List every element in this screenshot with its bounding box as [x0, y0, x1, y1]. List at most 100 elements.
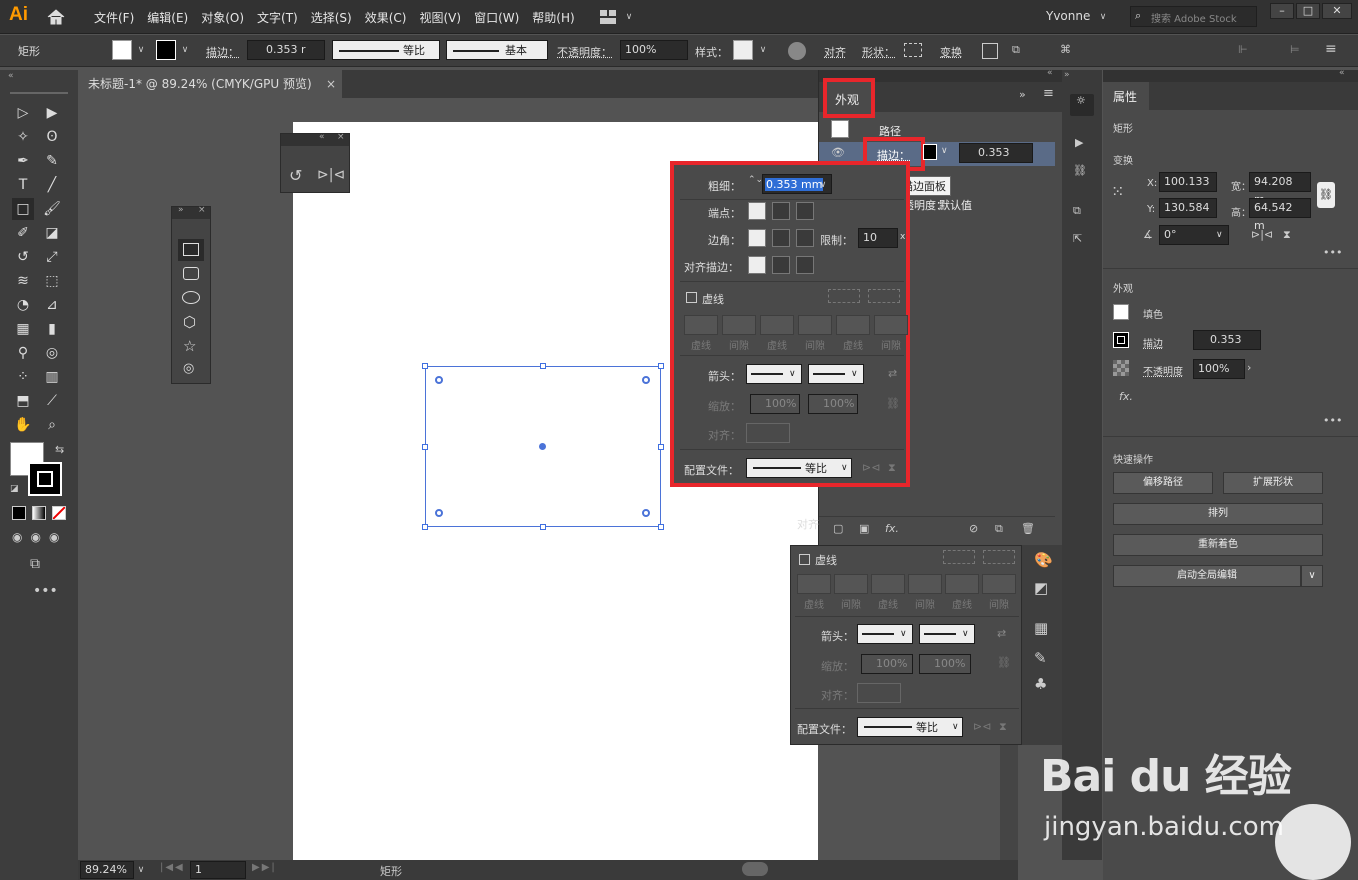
lasso-tool-icon[interactable]: ʘ [41, 126, 63, 148]
shape-builder-tool-icon[interactable]: ◔ [12, 294, 34, 316]
page-nav-prev[interactable]: |◀◀ [160, 862, 185, 873]
fill-dropdown-icon[interactable]: ∨ [134, 41, 148, 59]
artboards-icon[interactable]: ⧉ [1073, 204, 1081, 218]
recolor-button[interactable]: 重新着色 [1113, 534, 1323, 556]
dash-checkbox[interactable] [799, 554, 810, 565]
links-icon[interactable]: ⛓ [1073, 164, 1087, 177]
profile-select[interactable]: 等比 ∨ [857, 717, 963, 737]
stroke-swatch[interactable] [156, 40, 176, 60]
duplicate-item-icon[interactable]: ⧉ [995, 522, 1003, 536]
preserve-dash-icon[interactable] [943, 550, 975, 564]
opacity-label[interactable]: 不透明度： [557, 44, 612, 60]
magic-wand-tool-icon[interactable]: ✧ [12, 126, 34, 148]
preserve-dash-icon[interactable] [828, 289, 860, 303]
rotate-input[interactable]: 0° ∨ [1159, 225, 1229, 245]
shaper-tool-icon[interactable]: ✐ [12, 222, 34, 244]
menu-item[interactable]: 对象(O) [201, 9, 244, 26]
rectangle-tool-icon[interactable]: □ [12, 198, 34, 220]
page-input[interactable]: 1 [190, 861, 246, 879]
add-fill-icon[interactable]: ▣ [859, 522, 869, 535]
stock-search-input[interactable]: ⌕ 搜索 Adobe Stock [1130, 6, 1257, 27]
puppet-warp-icon[interactable]: ⌘ [1060, 43, 1078, 59]
clear-appearance-icon[interactable]: ⊘ [969, 522, 978, 535]
flip-vertical-icon[interactable]: ⧗ [1283, 228, 1291, 242]
align-outside-icon[interactable] [796, 256, 814, 274]
handle-tm[interactable] [540, 363, 546, 369]
align-inside-icon[interactable] [772, 256, 790, 274]
expand-panels-icon[interactable]: » [1019, 88, 1026, 101]
collapse-icon[interactable]: « [319, 132, 325, 142]
blend-tool-icon[interactable]: ◎ [41, 342, 63, 364]
rotate-icon[interactable]: ↺ [289, 166, 302, 185]
color-mode-icon[interactable] [12, 506, 26, 520]
transform-button[interactable]: 变换 [940, 44, 962, 60]
swap-arrows-icon[interactable]: ⇄ [888, 367, 897, 380]
stroke-weight-field[interactable]: 0.353 [959, 143, 1033, 163]
swap-colors-icon[interactable]: ⇆ [55, 443, 64, 456]
panel-menu-icon[interactable]: ≡ [1325, 41, 1343, 57]
stroke-swatch[interactable] [1113, 332, 1129, 348]
chevron-down-icon[interactable]: ∨ [622, 8, 636, 26]
maximize-button[interactable]: □ [1296, 3, 1320, 19]
eraser-tool-icon[interactable]: ◪ [41, 222, 63, 244]
zoom-tool-icon[interactable]: ⌕ [41, 414, 63, 436]
type-tool-icon[interactable]: T [12, 174, 34, 196]
collapse-icon[interactable]: « [1339, 68, 1345, 78]
handle-bl[interactable] [422, 524, 428, 530]
handle-br[interactable] [658, 524, 664, 530]
distribute-icon[interactable]: ⊨ [1290, 43, 1308, 59]
weight-dropdown-icon[interactable]: ∨ [816, 176, 830, 194]
paintbrush-tool-icon[interactable]: 🖌 [41, 198, 63, 220]
menu-item[interactable]: 效果(C) [365, 9, 407, 26]
fill-swatch[interactable] [112, 40, 132, 60]
screen-mode-icon[interactable]: ⧉ [30, 556, 40, 572]
stroke-color-dropdown-icon[interactable]: ∨ [941, 146, 948, 156]
width-input[interactable]: 94.208 m [1249, 172, 1311, 206]
minimize-button[interactable]: – [1270, 3, 1294, 19]
line-tool-icon[interactable]: ╱ [41, 174, 63, 196]
style-dropdown-icon[interactable]: ∨ [756, 41, 770, 59]
corner-widget[interactable] [435, 376, 443, 384]
projecting-cap-icon[interactable] [796, 202, 814, 220]
handle-bm[interactable] [540, 524, 546, 530]
align-dash-icon[interactable] [868, 289, 900, 303]
corner-widget[interactable] [642, 376, 650, 384]
hand-tool-icon[interactable]: ✋ [12, 414, 34, 436]
fill-swatch[interactable] [1113, 304, 1129, 320]
dash-checkbox[interactable] [686, 292, 697, 303]
flare-tool-icon[interactable]: ◎ [183, 361, 194, 376]
menu-item[interactable]: 文字(T) [257, 9, 298, 26]
document-tab[interactable]: 未标题-1* @ 89.24% (CMYK/GPU 预览) × [78, 70, 342, 98]
edit-toolbar-icon[interactable]: ••• [33, 583, 58, 599]
shape-properties-icon[interactable] [904, 43, 922, 57]
stroke-color-swatch[interactable] [923, 144, 937, 160]
menu-item[interactable]: 视图(V) [419, 9, 461, 26]
style-swatch[interactable] [733, 40, 753, 60]
handle-tl[interactable] [422, 363, 428, 369]
global-edit-button[interactable]: 启动全局编辑 [1113, 565, 1301, 587]
menu-item[interactable]: 窗口(W) [474, 9, 519, 26]
user-name[interactable]: Yvonne [1046, 9, 1090, 23]
collapse-tools-icon[interactable]: « [8, 71, 14, 81]
handle-tr[interactable] [658, 363, 664, 369]
mesh-tool-icon[interactable]: ▦ [12, 318, 34, 340]
arrange-button[interactable]: 排列 [1113, 503, 1323, 525]
delete-item-icon[interactable]: 🗑 [1021, 522, 1035, 535]
bounding-box-icon[interactable] [982, 43, 998, 59]
reference-point-icon[interactable]: ⁙ [1111, 182, 1124, 201]
height-input[interactable]: 64.542 m [1249, 198, 1311, 232]
workspace-switcher-icon[interactable] [600, 10, 616, 24]
rounded-rectangle-tool-icon[interactable] [183, 267, 199, 280]
gradient-mode-icon[interactable] [32, 506, 46, 520]
close-window-button[interactable]: ✕ [1322, 3, 1352, 19]
limit-input[interactable]: 10 [858, 228, 898, 248]
draw-modes-icon[interactable]: ◉◉◉ [12, 530, 67, 544]
star-tool-icon[interactable]: ☆ [183, 337, 196, 355]
align-center-icon[interactable] [748, 256, 766, 274]
end-arrow-select[interactable]: ∨ [919, 624, 975, 644]
menu-item[interactable]: 选择(S) [311, 9, 352, 26]
expand-shape-button[interactable]: 扩展形状 [1223, 472, 1323, 494]
stroke-color-box[interactable] [28, 462, 62, 496]
gradient-tool-icon[interactable]: ▮ [41, 318, 63, 340]
menu-item[interactable]: 帮助(H) [532, 9, 574, 26]
